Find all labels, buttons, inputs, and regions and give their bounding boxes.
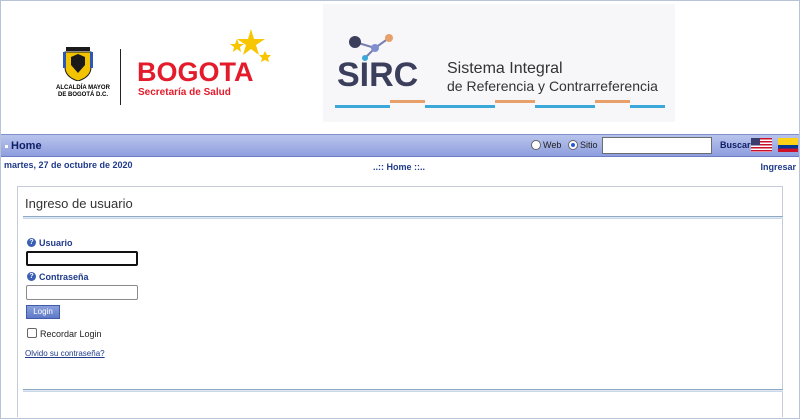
info-bar: martes, 27 de octubre de 2020 ..:: Home … bbox=[1, 158, 799, 175]
help-icon[interactable]: ? bbox=[27, 272, 36, 281]
buscar-button[interactable]: Buscar bbox=[720, 140, 751, 150]
sirc-logo-text: SIRC bbox=[337, 56, 419, 94]
help-icon[interactable]: ? bbox=[27, 238, 36, 247]
sirc-title-line-2: de Referencia y Contrarreferencia bbox=[447, 78, 658, 94]
flag-us-icon[interactable] bbox=[751, 138, 772, 152]
stars-icon bbox=[230, 29, 271, 62]
escudo-shield-icon bbox=[63, 47, 93, 81]
contrasena-label: Contraseña bbox=[39, 272, 89, 282]
nav-home-link[interactable]: Home bbox=[11, 140, 42, 152]
search-input[interactable] bbox=[602, 137, 712, 154]
forgot-password-link[interactable]: Olvido su contraseña? bbox=[25, 349, 105, 358]
alcaldia-name: ALCALDÍA MAYOR DE BOGOTÁ D.C. bbox=[45, 85, 121, 99]
sirc-color-stripes bbox=[335, 100, 665, 108]
radio-sitio[interactable] bbox=[568, 140, 578, 150]
login-title: Ingreso de usuario bbox=[25, 196, 133, 211]
usuario-label: Usuario bbox=[39, 238, 73, 248]
login-button[interactable]: Login bbox=[26, 305, 60, 319]
alcaldia-logo: ALCALDÍA MAYOR DE BOGOTÁ D.C. bbox=[45, 47, 115, 105]
current-date: martes, 27 de octubre de 2020 bbox=[4, 160, 133, 170]
sirc-logo-block: SIRC Sistema Integral de Referencia y Co… bbox=[323, 4, 675, 122]
remember-label: Recordar Login bbox=[40, 329, 102, 339]
header-banner: ALCALDÍA MAYOR DE BOGOTÁ D.C. BOGOTA Sec… bbox=[1, 1, 799, 132]
remember-checkbox[interactable] bbox=[27, 328, 37, 338]
breadcrumb: ..:: Home ::.. bbox=[373, 162, 425, 172]
logo-divider bbox=[120, 49, 121, 105]
alcaldia-line-2: DE BOGOTÁ D.C. bbox=[57, 92, 108, 98]
home-bullet-icon bbox=[5, 145, 8, 148]
flag-colombia-icon[interactable] bbox=[778, 138, 798, 152]
title-divider bbox=[23, 216, 783, 219]
usuario-input[interactable] bbox=[26, 251, 138, 266]
sirc-title-line-1: Sistema Integral bbox=[447, 60, 563, 77]
bottom-divider bbox=[23, 389, 783, 392]
login-panel: Ingreso de usuario ? Usuario ? Contraseñ… bbox=[17, 186, 783, 417]
radio-web-label: Web bbox=[543, 140, 562, 150]
radio-sitio-label: Sitio bbox=[580, 140, 598, 150]
radio-web[interactable] bbox=[531, 140, 541, 150]
alcaldia-line-1: ALCALDÍA MAYOR bbox=[56, 85, 110, 91]
secretaria-salud: Secretaría de Salud bbox=[138, 87, 231, 98]
ingresar-link[interactable]: Ingresar bbox=[760, 162, 796, 172]
contrasena-input[interactable] bbox=[26, 285, 138, 300]
top-navbar: Home Web Sitio Buscar bbox=[1, 134, 799, 157]
